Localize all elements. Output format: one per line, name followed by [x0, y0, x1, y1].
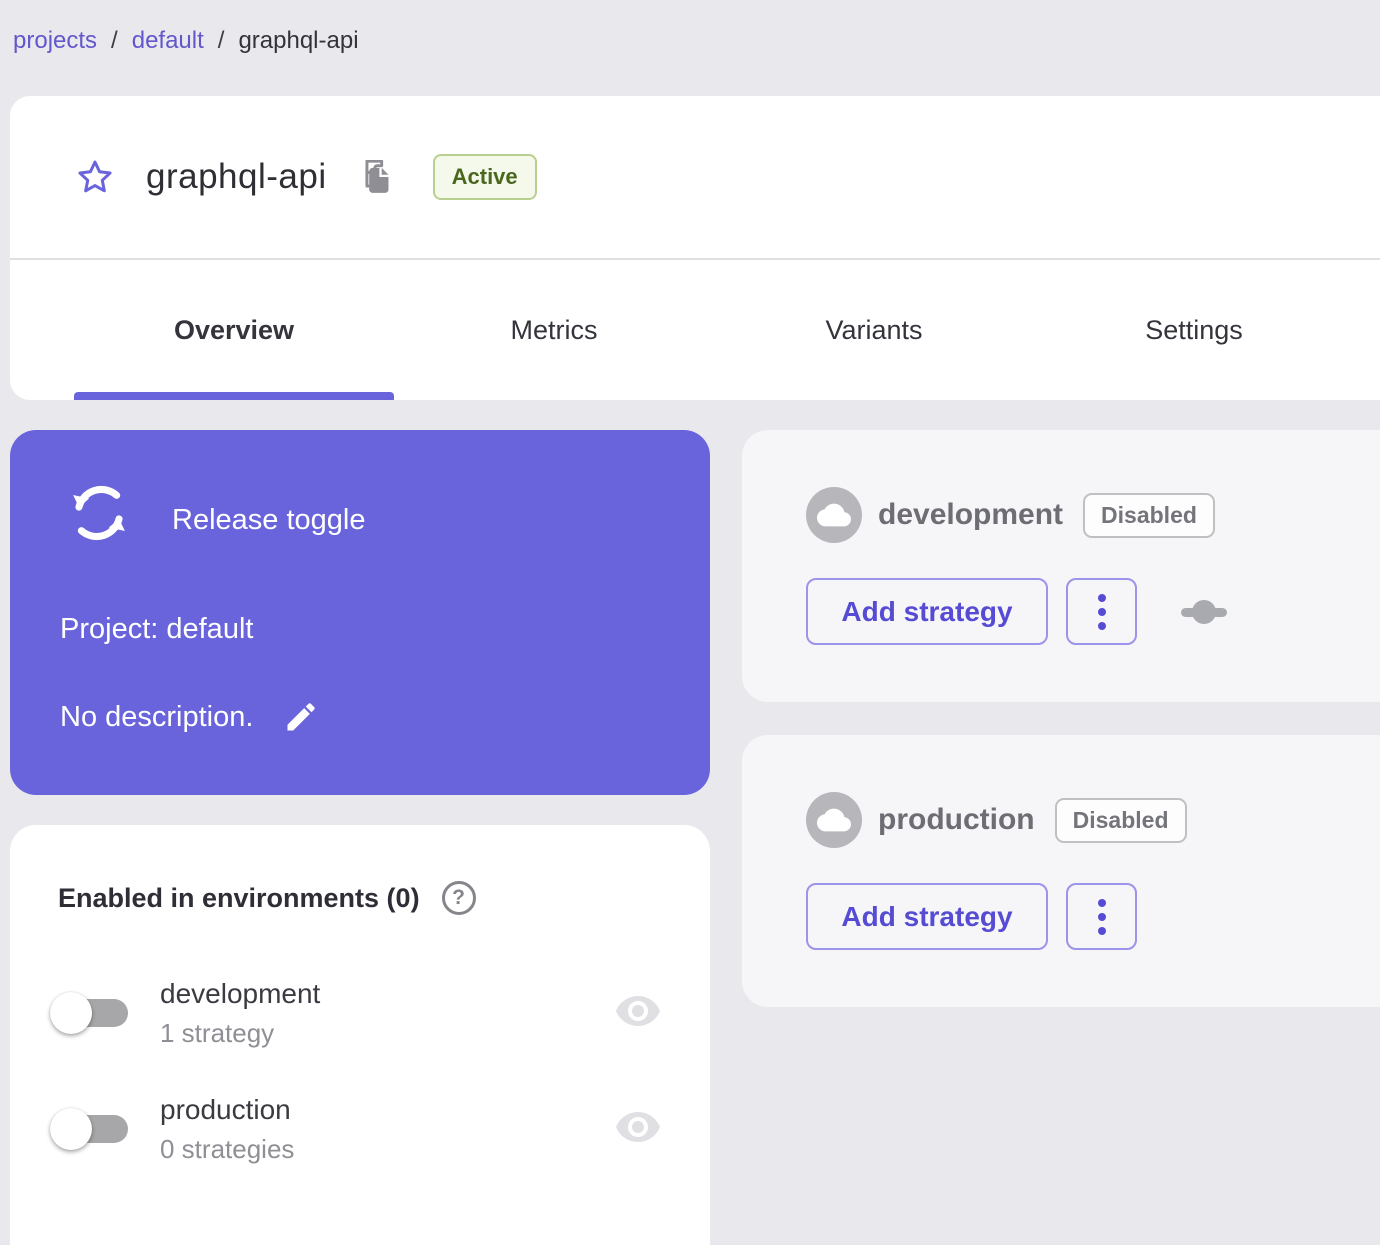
feature-header-card: graphql-api Active Overview Metrics Vari…: [10, 96, 1380, 400]
more-actions-button[interactable]: [1066, 578, 1137, 645]
description-label: No description.: [60, 700, 254, 733]
breadcrumb-separator: /: [111, 27, 118, 54]
breadcrumb-separator: /: [217, 27, 225, 54]
development-toggle-switch[interactable]: [50, 992, 128, 1034]
production-toggle-switch[interactable]: [50, 1108, 128, 1150]
environment-labels: production 0 strategies: [160, 1094, 294, 1165]
add-strategy-button[interactable]: Add strategy: [806, 578, 1048, 645]
card-actions-row: Add strategy: [806, 883, 1380, 950]
environment-row-development: development 1 strategy: [10, 973, 662, 1053]
description-row: No description.: [60, 699, 319, 735]
favorite-star-icon[interactable]: [76, 158, 114, 196]
feature-tabs: Overview Metrics Variants Settings: [10, 260, 1380, 400]
toggle-type-label: Release toggle: [172, 504, 366, 536]
feature-overview-card: Release toggle Project: default No descr…: [10, 430, 710, 795]
breadcrumb-current: graphql-api: [238, 27, 359, 54]
tab-settings[interactable]: Settings: [1034, 260, 1354, 400]
environment-name: production: [160, 1093, 291, 1125]
breadcrumb-link-default[interactable]: default: [132, 27, 204, 55]
project-label: Project: default: [60, 613, 254, 645]
enabled-environments-title: Enabled in environments (0): [58, 882, 420, 913]
release-toggle-icon: [73, 485, 125, 541]
production-strategies-card: production Disabled Add strategy: [742, 735, 1380, 1007]
page-title: graphql-api: [146, 157, 327, 196]
environment-cloud-icon: [806, 487, 862, 543]
environment-card-name: production: [878, 803, 1035, 836]
environment-strategy-count: 0 strategies: [160, 1133, 295, 1164]
tab-overview[interactable]: Overview: [74, 260, 394, 400]
switch-thumb: [50, 992, 92, 1034]
enabled-environments-card: Enabled in environments (0) ? developmen…: [10, 825, 710, 1245]
copy-name-icon[interactable]: [361, 160, 391, 194]
enabled-environments-header: Enabled in environments (0) ?: [58, 881, 476, 915]
environment-strategy-count: 1 strategy: [160, 1017, 275, 1048]
visibility-eye-icon[interactable]: [614, 995, 662, 1031]
feature-title-row: graphql-api Active: [10, 96, 1380, 258]
status-badge: Active: [432, 154, 537, 200]
strategy-slider-icon: [1181, 599, 1227, 624]
card-title-row: development Disabled: [806, 487, 1380, 543]
visibility-eye-icon[interactable]: [614, 1111, 662, 1147]
breadcrumb: projects / default / graphql-api: [13, 27, 359, 55]
environment-card-name: development: [878, 498, 1064, 531]
environment-cloud-icon: [806, 792, 862, 848]
environment-status-badge: Disabled: [1054, 797, 1187, 843]
help-icon[interactable]: ?: [441, 881, 476, 915]
environment-labels: development 1 strategy: [160, 978, 320, 1049]
edit-description-icon[interactable]: [283, 699, 319, 735]
add-strategy-button[interactable]: Add strategy: [806, 883, 1048, 950]
breadcrumb-link-projects[interactable]: projects: [13, 27, 97, 55]
environment-row-production: production 0 strategies: [10, 1089, 662, 1169]
development-strategies-card: development Disabled Add strategy: [742, 430, 1380, 702]
card-actions-row: Add strategy: [806, 578, 1380, 645]
tab-metrics[interactable]: Metrics: [394, 260, 714, 400]
active-tab-indicator: [74, 392, 394, 400]
card-title-row: production Disabled: [806, 792, 1380, 848]
switch-thumb: [50, 1108, 92, 1150]
environment-status-badge: Disabled: [1083, 492, 1215, 538]
more-actions-button[interactable]: [1066, 883, 1137, 950]
environment-name: development: [160, 977, 321, 1009]
tab-variants[interactable]: Variants: [714, 260, 1034, 400]
